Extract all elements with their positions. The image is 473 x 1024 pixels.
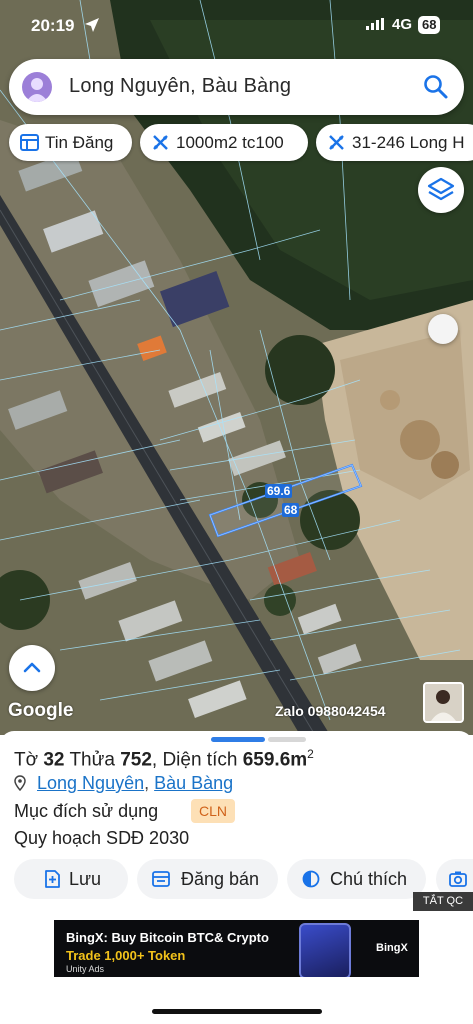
parcel-title: Tờ 32 Thửa 752, Diện tích 659.6m2 bbox=[14, 747, 314, 771]
ad-headline: BingX: Buy Bitcoin BTC& Crypto bbox=[66, 930, 269, 945]
lot-number: 752 bbox=[120, 749, 152, 771]
save-button[interactable]: Lưu bbox=[14, 859, 128, 899]
expand-button[interactable] bbox=[9, 645, 55, 691]
home-indicator[interactable] bbox=[152, 1009, 322, 1014]
ad-network: Unity Ads bbox=[66, 964, 105, 974]
location-arrow-icon bbox=[85, 18, 99, 32]
chip-label: 31-246 Long H bbox=[352, 133, 465, 152]
search-bar[interactable]: Long Nguyên, Bàu Bàng bbox=[9, 59, 464, 115]
layers-icon bbox=[427, 177, 455, 201]
sheet-grabber[interactable] bbox=[211, 737, 265, 742]
map-pin-icon bbox=[14, 775, 26, 791]
sheet-grabber-secondary bbox=[268, 737, 306, 742]
land-use-badge: CLN bbox=[191, 799, 236, 823]
ad-brand: BingX bbox=[376, 942, 408, 954]
sheet-number: 32 bbox=[43, 749, 65, 771]
area-value: 659.6m bbox=[242, 749, 308, 771]
sheet-label: Tờ bbox=[14, 749, 39, 771]
search-input[interactable]: Long Nguyên, Bàu Bàng bbox=[69, 75, 291, 98]
parcel-info-sheet[interactable]: Tờ 32 Thửa 752, Diện tích 659.6m2 Long N… bbox=[0, 731, 473, 911]
satellite-map[interactable]: 69.6 68 20:19 4G 68 Long Nguyên, Bàu Bàn… bbox=[0, 0, 473, 735]
legend-button[interactable]: Chú thích bbox=[287, 859, 426, 899]
chip-label: 1000m2 tc100 bbox=[176, 133, 284, 152]
zalo-contact[interactable]: Zalo 0988042454 bbox=[275, 703, 386, 719]
avatar[interactable] bbox=[22, 72, 52, 102]
legend-label: Chú thích bbox=[330, 869, 408, 889]
chip-plan-2[interactable]: 31-246 Long H bbox=[316, 124, 473, 161]
plan-icon bbox=[329, 135, 344, 150]
plan-icon bbox=[153, 135, 168, 150]
post-sale-icon bbox=[152, 871, 170, 887]
chip-plan-1[interactable]: 1000m2 tc100 bbox=[140, 124, 308, 161]
battery-level: 68 bbox=[418, 16, 441, 34]
ward-link[interactable]: Long Nguyên bbox=[37, 773, 144, 793]
status-time: 20:19 bbox=[31, 16, 75, 35]
user-icon bbox=[26, 78, 48, 102]
person-photo-icon bbox=[425, 684, 462, 721]
map-slider-handle[interactable] bbox=[428, 314, 458, 344]
camera-icon bbox=[449, 871, 467, 887]
network-type: 4G bbox=[392, 16, 413, 33]
layers-button[interactable] bbox=[418, 167, 464, 213]
area-unit-sup: 2 bbox=[307, 747, 314, 761]
ad-phone-image bbox=[299, 923, 351, 977]
measurement-long: 69.6 bbox=[265, 484, 293, 498]
signal-icon bbox=[366, 18, 384, 30]
chip-listings[interactable]: Tin Đăng bbox=[9, 124, 132, 161]
lot-label: Thửa bbox=[69, 749, 115, 771]
contact-photo[interactable] bbox=[423, 682, 464, 723]
post-sale-button[interactable]: Đăng bán bbox=[137, 859, 278, 899]
ad-banner[interactable]: BingX: Buy Bitcoin BTC& Crypto Trade 1,0… bbox=[54, 920, 419, 977]
google-logo: Google bbox=[8, 700, 74, 721]
chip-label: Tin Đăng bbox=[45, 133, 114, 152]
measurement-short: 68 bbox=[282, 503, 300, 517]
ad-subline: Trade 1,000+ Token bbox=[66, 948, 186, 963]
ad-area: BingX: Buy Bitcoin BTC& Crypto Trade 1,0… bbox=[0, 911, 473, 1024]
area-label: Diện tích bbox=[162, 749, 238, 771]
legend-icon bbox=[302, 870, 320, 888]
chevron-up-icon bbox=[23, 662, 41, 673]
status-bar: 20:19 4G 68 bbox=[0, 0, 473, 50]
save-icon bbox=[45, 870, 60, 888]
post-sale-label: Đăng bán bbox=[181, 869, 260, 889]
listing-icon bbox=[20, 134, 39, 151]
parcel-address: Long Nguyên, Bàu Bàng bbox=[14, 773, 233, 794]
land-plan-2030[interactable]: Quy hoạch SDĐ 2030 bbox=[14, 828, 189, 849]
district-link[interactable]: Bàu Bàng bbox=[154, 773, 233, 793]
close-ad-button[interactable]: TẮT QC bbox=[413, 892, 473, 911]
land-use-purpose: Mục đích sử dụng bbox=[14, 801, 159, 821]
save-label: Lưu bbox=[69, 869, 102, 889]
search-icon[interactable] bbox=[422, 73, 450, 101]
